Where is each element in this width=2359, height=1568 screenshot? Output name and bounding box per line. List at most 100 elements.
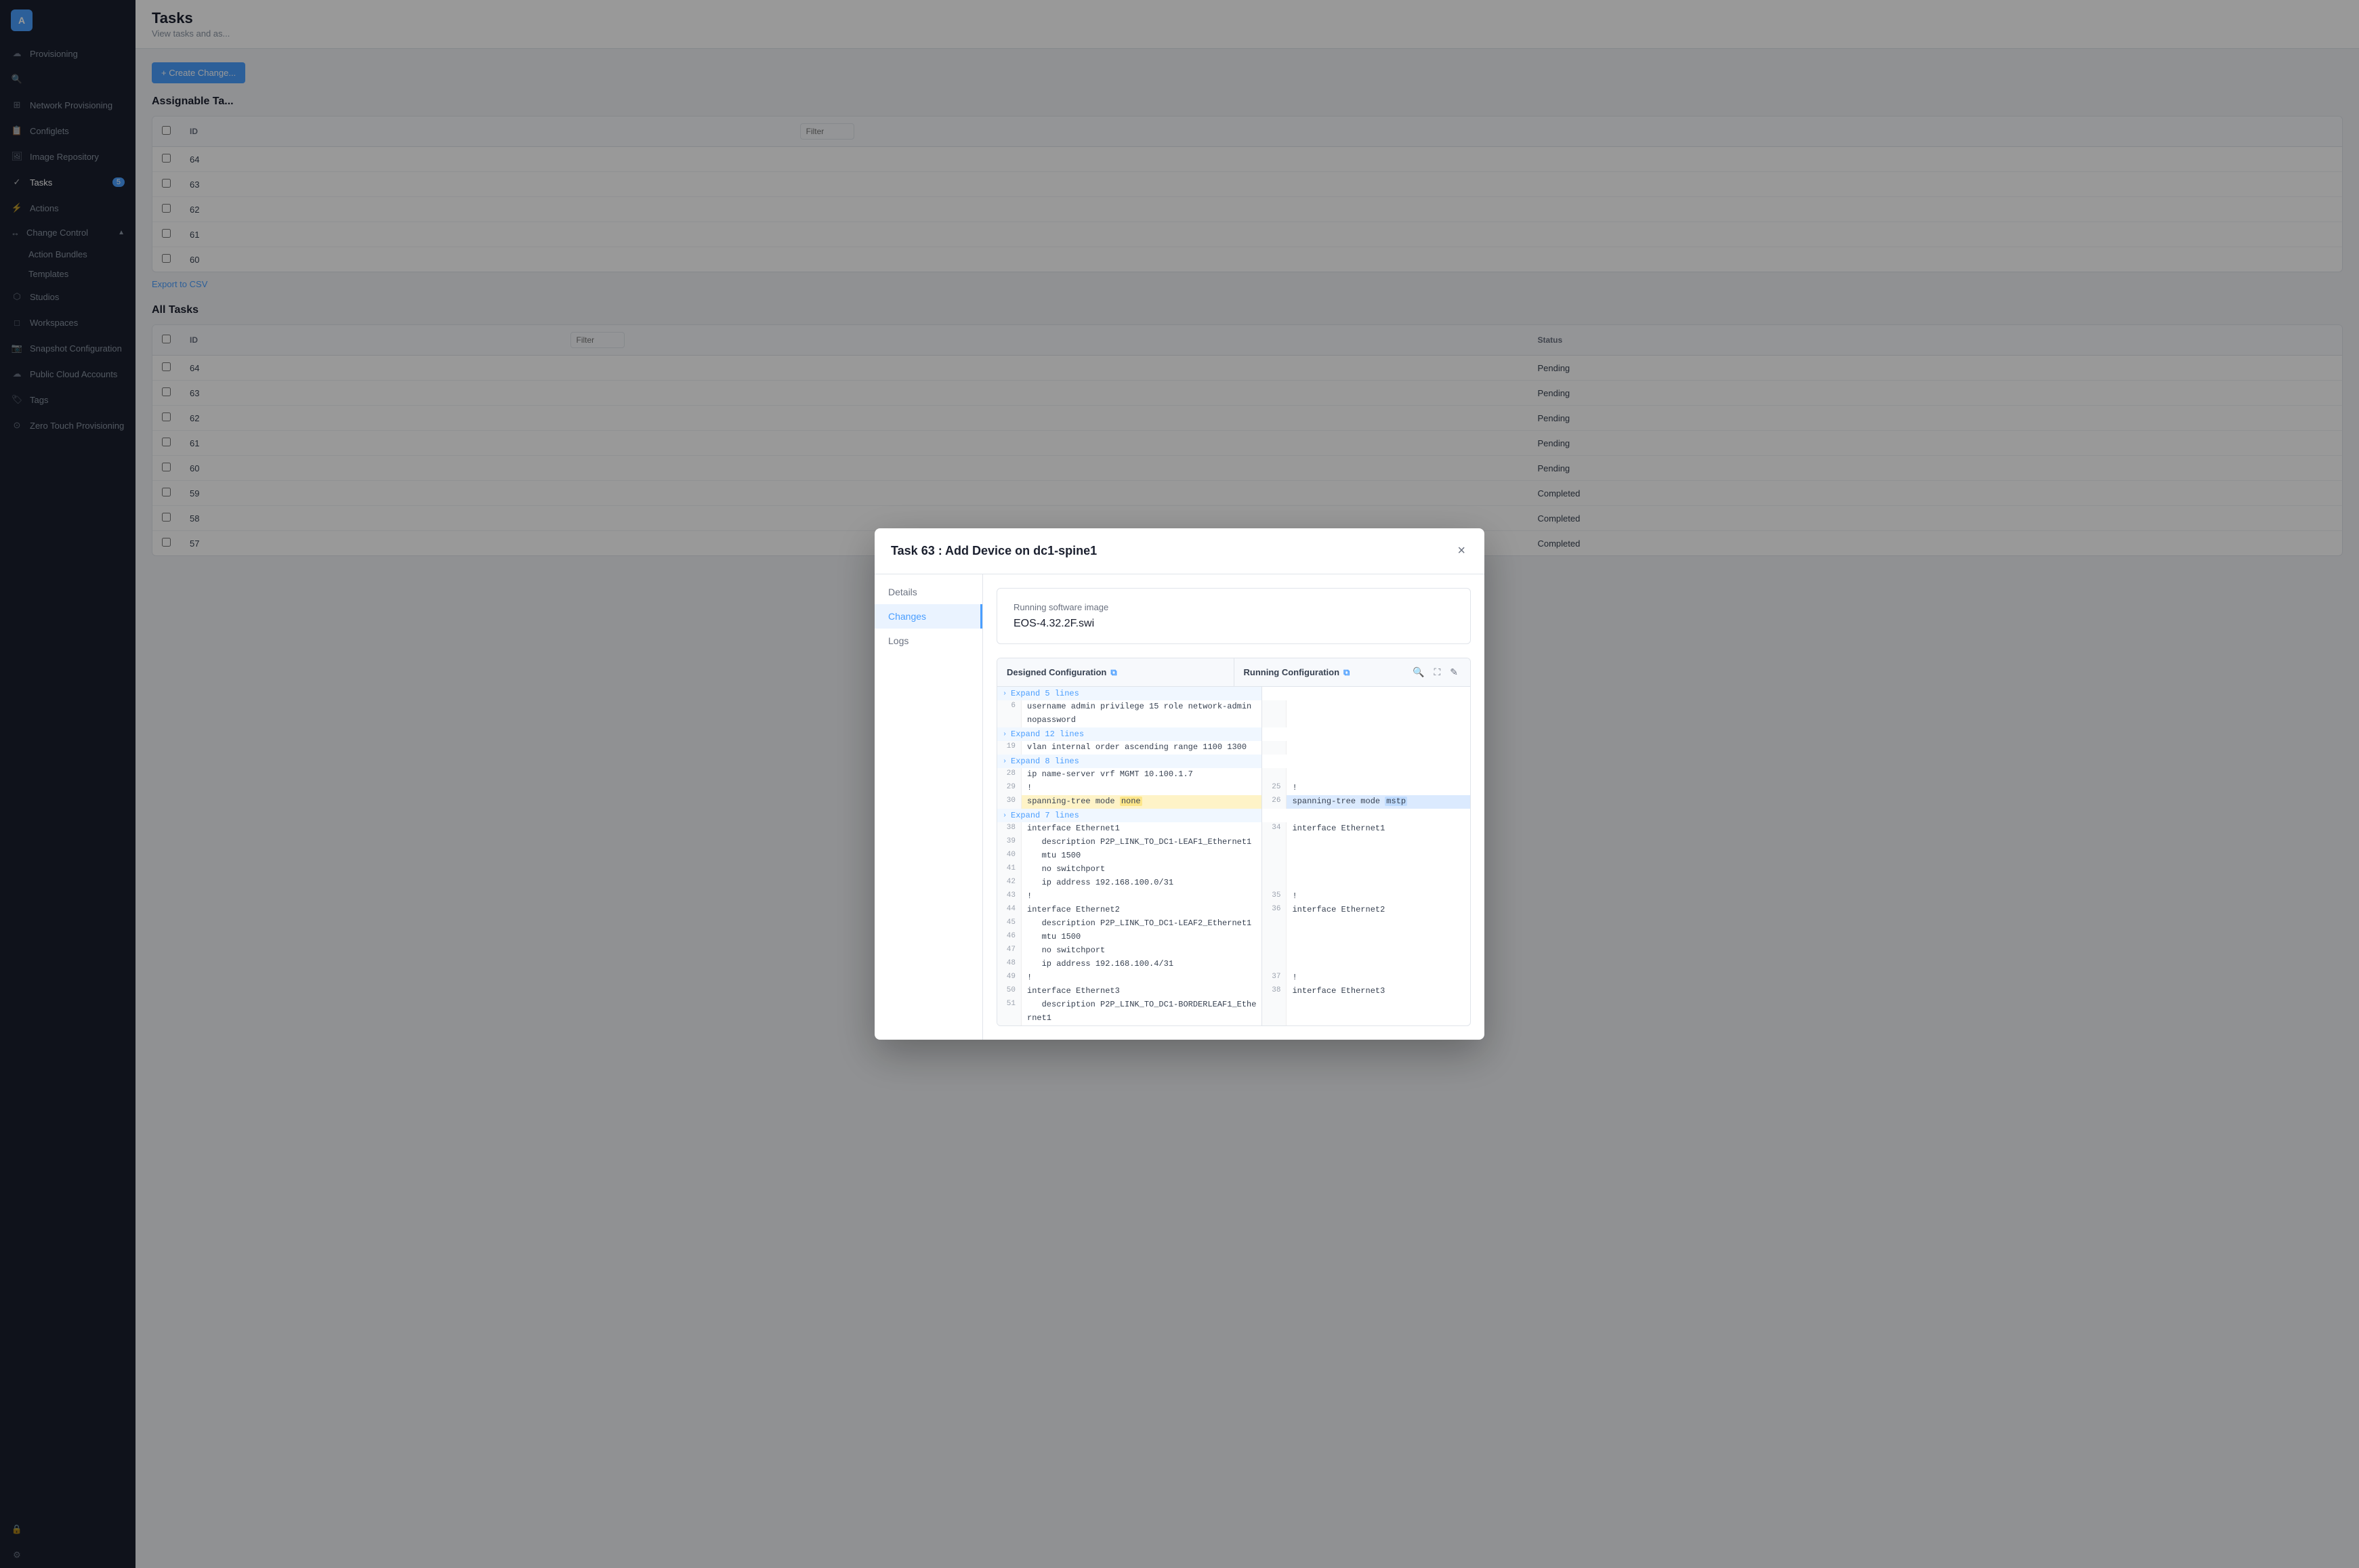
line-number: 50 [997, 985, 1022, 998]
line-number [1262, 1012, 1287, 1025]
line-number: 34 [1262, 822, 1287, 836]
line-number: 29 [997, 782, 1022, 795]
diff-line [1262, 863, 1470, 876]
modal-title: Task 63 : Add Device on dc1-spine1 [891, 544, 1097, 558]
diff-line [1262, 768, 1470, 782]
diff-line [1262, 836, 1470, 849]
line-number: 30 [997, 795, 1022, 809]
diff-header: Designed Configuration ⧉ Running Configu… [997, 658, 1470, 687]
line-content [1287, 998, 1470, 1012]
diff-line: 26 spanning-tree mode mstp [1262, 795, 1470, 809]
expand-line[interactable]: › Expand 8 lines [997, 755, 1261, 768]
chevron-right-icon: › [1003, 731, 1007, 738]
line-content: nopassword [1022, 714, 1261, 727]
line-number: 37 [1262, 971, 1287, 985]
right-spacer [1262, 727, 1470, 741]
line-number: 49 [997, 971, 1022, 985]
line-content [1287, 714, 1470, 727]
line-number: 46 [997, 931, 1022, 944]
line-content: no switchport [1022, 944, 1261, 958]
modal-body: Details Changes Logs Running software im… [875, 574, 1484, 1040]
diff-line: 42 ip address 192.168.100.0/31 [997, 876, 1261, 890]
diff-line [1262, 700, 1470, 714]
line-content: mtu 1500 [1022, 849, 1261, 863]
diff-line: 40 mtu 1500 [997, 849, 1261, 863]
right-spacer [1262, 755, 1470, 768]
line-number: 38 [997, 822, 1022, 836]
line-content: interface Ethernet2 [1022, 904, 1261, 917]
tab-details[interactable]: Details [875, 580, 982, 604]
line-number [1262, 998, 1287, 1012]
diff-line [1262, 876, 1470, 890]
line-content [1287, 849, 1470, 863]
expand-label: Expand 7 lines [1011, 811, 1079, 820]
line-content: ip address 192.168.100.4/31 [1022, 958, 1261, 971]
expand-label: Expand 12 lines [1011, 729, 1084, 739]
line-number [1262, 836, 1287, 849]
diff-line [1262, 849, 1470, 863]
expand-label: Expand 5 lines [1011, 689, 1079, 698]
diff-section: Designed Configuration ⧉ Running Configu… [997, 658, 1471, 1026]
diff-expand-button[interactable]: ⛶ [1431, 665, 1443, 679]
diff-line [1262, 1012, 1470, 1025]
diff-line [1262, 958, 1470, 971]
line-number [1262, 863, 1287, 876]
line-number: 40 [997, 849, 1022, 863]
diff-line: 48 ip address 192.168.100.4/31 [997, 958, 1261, 971]
diff-body: › Expand 5 lines 6 username admin privil… [997, 687, 1470, 1025]
diff-more-button[interactable]: ✎ [1447, 665, 1461, 679]
tab-changes[interactable]: Changes [875, 604, 982, 629]
diff-line: 49 ! [997, 971, 1261, 985]
diff-line: 37 ! [1262, 971, 1470, 985]
diff-line: 28 ip name-server vrf MGMT 10.100.1.7 [997, 768, 1261, 782]
line-content: description P2P_LINK_TO_DC1-LEAF1_Ethern… [1022, 836, 1261, 849]
line-content [1287, 768, 1470, 782]
software-value: EOS-4.32.2F.swi [1014, 618, 1454, 630]
right-spacer [1262, 687, 1470, 700]
line-number [1262, 741, 1287, 755]
line-content: interface Ethernet2 [1287, 904, 1470, 917]
chevron-right-icon: › [1003, 690, 1007, 698]
right-spacer [1262, 809, 1470, 822]
line-content [1287, 944, 1470, 958]
expand-line[interactable]: › Expand 12 lines [997, 727, 1261, 741]
chevron-right-icon: › [1003, 812, 1007, 820]
line-content [1287, 876, 1470, 890]
line-number [1262, 700, 1287, 714]
diff-line: 39 description P2P_LINK_TO_DC1-LEAF1_Eth… [997, 836, 1261, 849]
diff-line: 41 no switchport [997, 863, 1261, 876]
line-content [1287, 700, 1470, 714]
copy-designed-icon[interactable]: ⧉ [1110, 667, 1116, 678]
diff-search-button[interactable]: 🔍 [1410, 665, 1427, 679]
line-content [1287, 741, 1470, 755]
copy-running-icon[interactable]: ⧉ [1343, 667, 1350, 678]
expand-line[interactable]: › Expand 5 lines [997, 687, 1261, 700]
line-number [1262, 958, 1287, 971]
diff-line: 38 interface Ethernet1 [997, 822, 1261, 836]
diff-line [1262, 944, 1470, 958]
diff-left-header: Designed Configuration ⧉ [997, 658, 1234, 686]
line-number: 36 [1262, 904, 1287, 917]
expand-line[interactable]: › Expand 7 lines [997, 809, 1261, 822]
diff-line: nopassword [997, 714, 1261, 727]
line-content [1287, 863, 1470, 876]
diff-line [1262, 917, 1470, 931]
diff-line: 44 interface Ethernet2 [997, 904, 1261, 917]
line-content: ! [1287, 971, 1470, 985]
line-content: interface Ethernet1 [1287, 822, 1470, 836]
line-content: username admin privilege 15 role network… [1022, 700, 1261, 714]
diff-line: 30 spanning-tree mode none [997, 795, 1261, 809]
diff-line: 29 ! [997, 782, 1261, 795]
line-number [997, 1012, 1022, 1025]
line-number: 47 [997, 944, 1022, 958]
line-number: 28 [997, 768, 1022, 782]
diff-left: › Expand 5 lines 6 username admin privil… [997, 687, 1262, 1025]
modal-overlay[interactable]: Task 63 : Add Device on dc1-spine1 × Det… [0, 0, 2359, 1568]
line-content: interface Ethernet3 [1287, 985, 1470, 998]
line-content [1287, 958, 1470, 971]
line-number [1262, 917, 1287, 931]
tab-logs[interactable]: Logs [875, 629, 982, 653]
modal-close-button[interactable]: × [1455, 541, 1468, 561]
diff-line: 38 interface Ethernet3 [1262, 985, 1470, 998]
modal-header: Task 63 : Add Device on dc1-spine1 × [875, 528, 1484, 574]
